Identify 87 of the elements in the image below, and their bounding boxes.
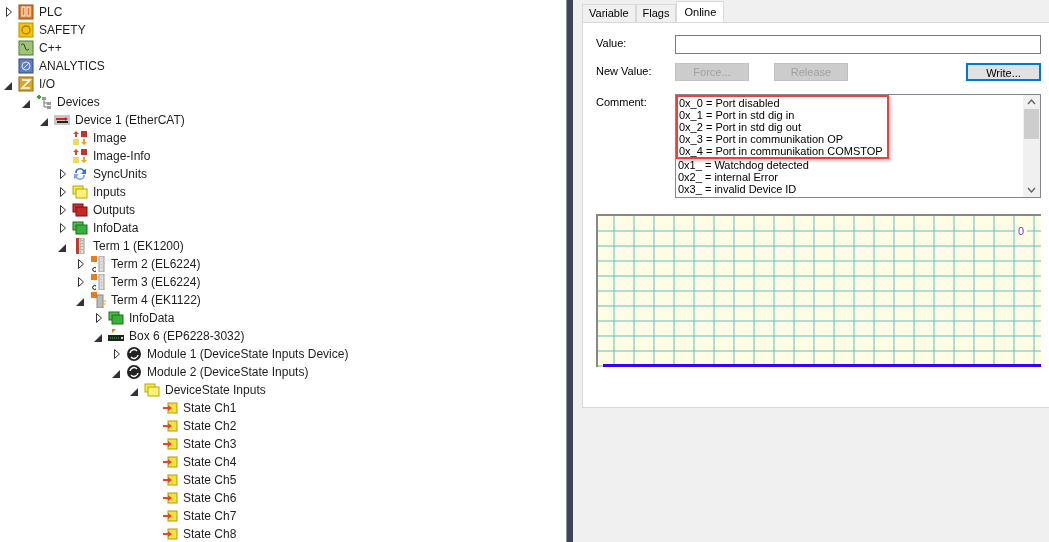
input-variable-icon — [162, 490, 178, 506]
tree-item[interactable]: Module 2 (DeviceState Inputs) — [147, 363, 309, 381]
terminal-icon — [90, 256, 106, 272]
tree-item[interactable]: SAFETY — [39, 21, 86, 39]
collapsed-arrow-icon[interactable] — [93, 311, 105, 325]
scrollbar[interactable] — [1023, 95, 1040, 197]
sync-icon — [72, 166, 88, 182]
tree-item[interactable]: I/O — [39, 75, 55, 93]
tree-item[interactable]: Term 4 (EK1122) — [111, 291, 201, 309]
tree-item[interactable]: Term 3 (EL6224) — [111, 273, 201, 291]
tree-item[interactable]: Image-Info — [93, 147, 151, 165]
tree-item[interactable]: Term 2 (EL6224) — [111, 255, 201, 273]
folder-stack-icon — [72, 202, 88, 218]
tree-item[interactable]: State Ch7 — [183, 507, 237, 525]
comment-line: 0x_0 = Port disabled — [679, 97, 781, 109]
splitter[interactable] — [566, 0, 573, 542]
collapsed-arrow-icon[interactable] — [57, 221, 69, 235]
tree-item[interactable]: ANALYTICS — [39, 57, 105, 75]
input-variable-icon — [162, 526, 178, 542]
input-variable-icon — [162, 400, 178, 416]
folder-stack-icon — [72, 184, 88, 200]
tree-item[interactable]: Module 1 (DeviceState Inputs Device) — [147, 345, 349, 363]
tab[interactable]: Flags — [635, 4, 677, 22]
device-tree-icon — [36, 94, 52, 110]
tree-item[interactable]: SyncUnits — [93, 165, 148, 183]
tree-item[interactable]: PLC — [39, 3, 63, 21]
process-image-icon — [72, 130, 88, 146]
process-image-icon — [72, 148, 88, 164]
tree-item[interactable]: InfoData — [93, 219, 139, 237]
folder-stack-icon — [108, 310, 124, 326]
io-icon — [18, 76, 34, 92]
folder-stack-icon — [72, 220, 88, 236]
tab[interactable]: Variable — [582, 4, 636, 22]
input-variable-icon — [162, 508, 178, 524]
input-variable-icon — [162, 436, 178, 452]
network-card-icon — [54, 112, 70, 128]
box-module-icon — [108, 328, 124, 344]
comment-line: 0x1_ = Watchdog detected — [678, 159, 810, 171]
tree-item[interactable]: Term 1 (EK1200) — [93, 237, 184, 255]
field-label: New Value: — [596, 64, 653, 79]
tree-item[interactable]: Devices — [57, 93, 100, 111]
tree-item[interactable]: InfoData — [129, 309, 175, 327]
tree-item[interactable]: Inputs — [93, 183, 126, 201]
tree-item[interactable]: State Ch8 — [183, 525, 237, 542]
collapsed-arrow-icon[interactable] — [75, 257, 87, 271]
plc-icon — [18, 4, 34, 20]
module-icon — [126, 346, 142, 362]
gauge-icon — [18, 58, 34, 74]
field-label: Comment: — [596, 95, 648, 110]
tree-item[interactable]: State Ch3 — [183, 435, 237, 453]
comment-line: 0x_1 = Port in std dig in — [679, 109, 796, 121]
input-variable-icon — [162, 454, 178, 470]
collapsed-arrow-icon[interactable] — [57, 185, 69, 199]
collapsed-arrow-icon[interactable] — [75, 275, 87, 289]
tab[interactable]: Online — [676, 1, 725, 22]
tree-item[interactable]: State Ch5 — [183, 471, 237, 489]
tree-item[interactable]: Image — [93, 129, 127, 147]
value-field[interactable] — [675, 35, 1041, 54]
field-label: Value: — [596, 36, 628, 51]
tree-item[interactable]: State Ch2 — [183, 417, 237, 435]
collapsed-arrow-icon[interactable] — [57, 167, 69, 181]
module-icon — [126, 364, 142, 380]
comment-line: 0x_3 = Port in communikation OP — [679, 133, 845, 145]
collapsed-arrow-icon[interactable] — [111, 347, 123, 361]
terminal-icon — [90, 292, 106, 308]
folder-stack-icon — [144, 382, 160, 398]
tree-item[interactable]: State Ch4 — [183, 453, 237, 471]
comment-line: 0x2_ = internal Error — [678, 171, 779, 183]
tree-item[interactable]: Box 6 (EP6228-3032) — [129, 327, 245, 345]
collapsed-arrow-icon[interactable] — [57, 203, 69, 217]
terminal-icon — [90, 274, 106, 290]
collapsed-arrow-icon[interactable] — [3, 5, 15, 19]
comment-line: 0x_4 = Port in communikation COMSTOP — [679, 145, 883, 157]
tree-item[interactable]: Device 1 (EtherCAT) — [75, 111, 185, 129]
comment-line: 0x_2 = Port in std dig out — [679, 121, 802, 133]
tree-item[interactable]: State Ch6 — [183, 489, 237, 507]
tree-item[interactable]: Outputs — [93, 201, 136, 219]
tree-item[interactable]: State Ch1 — [183, 399, 237, 417]
write-button[interactable]: Write... — [966, 63, 1041, 81]
input-variable-icon — [162, 418, 178, 434]
tree-item[interactable]: C++ — [39, 39, 62, 57]
comment-line: 0x3_ = invalid Device ID — [678, 183, 798, 195]
code-icon — [18, 40, 34, 56]
tree-item[interactable]: DeviceState Inputs — [165, 381, 266, 399]
input-variable-icon — [162, 472, 178, 488]
comment-box[interactable] — [675, 94, 1041, 198]
gear-icon — [18, 22, 34, 38]
